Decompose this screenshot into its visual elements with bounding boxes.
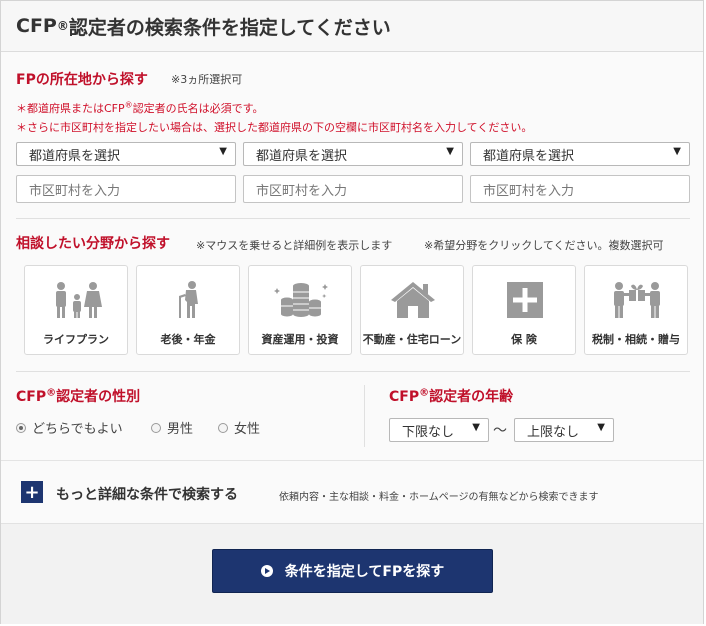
gender-option-female[interactable]: 女性 [218,418,260,437]
city-input-3[interactable]: 市区町村を入力 [470,175,690,203]
dropdown-arrow-icon: ▼ [673,146,681,157]
prefecture-select-1[interactable]: 都道府県を選択 ▼ [16,142,236,166]
category-real-estate-label: 不動産・住宅ローン [362,333,462,346]
search-body: FPの所在地から探す ※3ヵ所選択可 ＊都道府県またはCFP®認定者の氏名は必須… [1,52,703,523]
location-title: FPの所在地から探す [16,72,148,88]
required-note-a: ＊都道府県またはCFP [16,102,125,115]
more-conditions-note: 依頼内容・主な相談・料金・ホームページの有無などから検索できます [279,492,599,503]
gender-title-suffix: 認定者の性別 [56,389,141,405]
age-title-prefix: CFP [389,389,420,405]
house-icon [383,280,443,320]
coins-icon [271,280,331,320]
prefecture-select-3[interactable]: 都道府県を選択 ▼ [470,142,690,166]
category-tax-inheritance-label: 税制・相続・贈与 [592,333,680,346]
title-suffix: 認定者の検索条件を指定してください [68,16,391,39]
age-title: CFP®認定者の年齢 [389,386,513,406]
age-min-select-value: 下限なし [402,424,455,440]
play-icon [260,565,273,577]
title-sup: ® [56,19,69,33]
city-note: ＊さらに市区町村を指定したい場合は、選択した都道府県の下の空欄に市区町村名を入力… [16,121,533,134]
divider [16,218,690,219]
divider [16,371,690,372]
gender-option-any[interactable]: どちらでもよい [16,418,123,437]
category-life-plan[interactable]: ライフプラン [24,265,128,355]
field-hover-note: ※マウスを乗せると詳細例を表示します [196,239,393,252]
required-note: ＊都道府県またはCFP®認定者の氏名は必須です。 [16,100,264,116]
age-min-select[interactable]: 下限なし ▼ [389,418,489,442]
required-note-sup: ® [124,100,133,110]
age-max-select-value: 上限なし [527,424,580,440]
category-insurance[interactable]: 保 険 [472,265,576,355]
family-icon [47,280,107,320]
search-fp-button-label: 条件を指定してFPを探す [284,564,445,580]
gender-option-female-label: 女性 [234,422,261,437]
gender-title: CFP®認定者の性別 [16,386,140,406]
category-investment[interactable]: 資産運用・投資 [248,265,352,355]
required-note-b: 認定者の氏名は必須です。 [132,102,264,115]
page-title: CFP ® 認定者の検索条件を指定してください [1,1,703,52]
category-life-plan-label: ライフプラン [43,333,109,346]
gender-title-prefix: CFP [16,389,47,405]
elderly-icon [159,280,219,320]
title-prefix: CFP [16,15,57,37]
vertical-divider [364,385,365,447]
dropdown-arrow-icon: ▼ [597,422,605,433]
prefecture-select-3-value: 都道府県を選択 [483,148,575,164]
cross-icon [495,280,555,320]
city-input-1[interactable]: 市区町村を入力 [16,175,236,203]
category-real-estate[interactable]: 不動産・住宅ローン [360,265,464,355]
field-title: 相談したい分野から探す [16,236,170,252]
age-range-separator: ～ [493,423,507,439]
search-panel: CFP ® 認定者の検索条件を指定してください FPの所在地から探す ※3ヵ所選択可… [0,0,704,624]
category-tax-inheritance[interactable]: 税制・相続・贈与 [584,265,688,355]
category-retirement[interactable]: 老後・年金 [136,265,240,355]
gender-title-sup: ® [46,387,57,399]
category-retirement-label: 老後・年金 [160,333,216,346]
dropdown-arrow-icon: ▼ [472,422,480,433]
field-select-note: ※希望分野をクリックしてください。複数選択可 [424,239,664,252]
gender-option-any-label: どちらでもよい [32,422,123,437]
category-insurance-label: 保 険 [511,333,537,346]
gift-icon [607,280,667,320]
search-fp-button[interactable]: 条件を指定してFPを探す [212,549,493,593]
expand-plus-icon[interactable]: + [21,481,43,503]
age-max-select[interactable]: 上限なし ▼ [514,418,614,442]
radio-selected-icon [16,422,26,433]
more-conditions-link[interactable]: もっと詳細な条件で検索する [56,484,238,504]
age-title-sup: ® [419,387,430,399]
dropdown-arrow-icon: ▼ [446,146,454,157]
age-title-suffix: 認定者の年齢 [429,389,514,405]
prefecture-select-1-value: 都道府県を選択 [29,148,121,164]
prefecture-select-2-value: 都道府県を選択 [256,148,348,164]
category-investment-label: 資産運用・投資 [261,333,339,346]
location-limit-note: ※3ヵ所選択可 [171,73,243,86]
city-input-2[interactable]: 市区町村を入力 [243,175,463,203]
gender-option-male[interactable]: 男性 [151,418,193,437]
divider [1,460,703,461]
prefecture-select-2[interactable]: 都道府県を選択 ▼ [243,142,463,166]
gender-option-male-label: 男性 [167,422,194,437]
radio-icon [218,422,228,433]
radio-icon [151,422,161,433]
footer: 条件を指定してFPを探す [1,523,703,624]
dropdown-arrow-icon: ▼ [219,146,227,157]
